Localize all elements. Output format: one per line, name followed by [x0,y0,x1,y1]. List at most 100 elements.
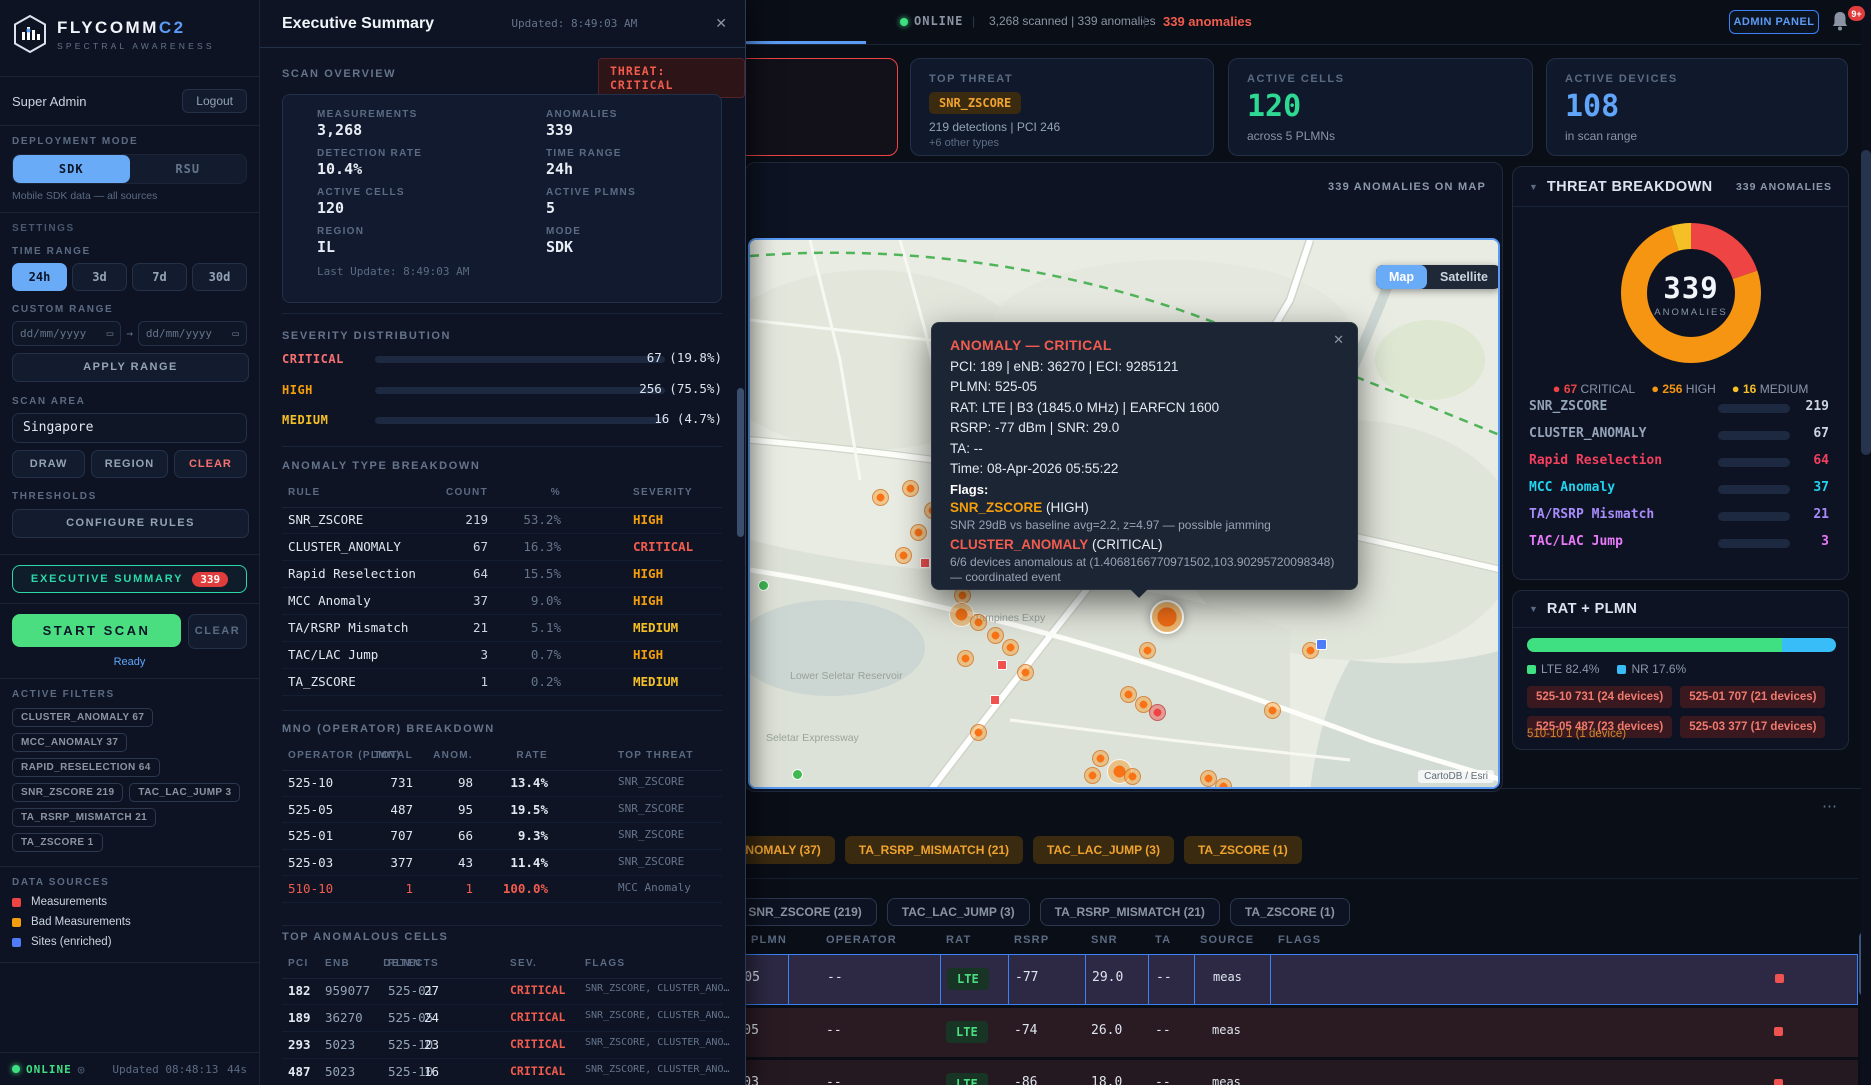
plmn-chip[interactable]: 525-03 377 (17 devices) [1680,716,1825,738]
admin-panel-button[interactable]: ADMIN PANEL [1729,10,1819,34]
popup-flags-label: Flags: [950,482,1339,497]
flag-snr-zscore: SNR_ZSCORE [950,500,1042,515]
start-scan-button[interactable]: START SCAN [12,614,181,647]
threat-row[interactable]: TAC/LAC Jump3 [1529,534,1834,552]
anomaly-marker[interactable] [872,489,889,506]
filter-chip[interactable]: TA_RSRP_MISMATCH (21) [845,836,1023,864]
filter-pill[interactable]: TAC_LAC_JUMP (3) [887,898,1030,926]
date-from-input[interactable]: dd/mm/yyyy▭ [12,321,121,346]
time-range-button[interactable]: 7d [132,263,187,291]
configure-rules-button[interactable]: CONFIGURE RULES [12,509,249,538]
collapse-caret-icon[interactable]: ▼ [1529,182,1538,192]
anomaly-marker[interactable] [1316,639,1327,650]
anomaly-marker[interactable] [910,524,927,541]
threat-row[interactable]: MCC Anomaly37 [1529,480,1834,498]
anomaly-marker[interactable] [1002,639,1019,656]
threat-row[interactable]: Rapid Reselection64 [1529,453,1834,471]
col-ta: TA [1155,934,1171,946]
anomaly-marker[interactable] [1092,750,1109,767]
rsu-toggle-option[interactable]: RSU [130,155,247,183]
popup-close-icon[interactable]: ✕ [1333,332,1344,348]
draw-button[interactable]: DRAW [12,450,85,478]
calendar-icon: ▭ [107,327,114,340]
filter-chip[interactable]: TA_ZSCORE (1) [1184,836,1302,864]
anomaly-marker[interactable] [902,480,919,497]
more-options-icon[interactable]: ⋯ [1822,797,1838,815]
plmn-chip[interactable]: 525-10 731 (24 devices) [1527,686,1672,708]
threat-donut-chart: 339 ANOMALIES [1611,213,1771,373]
refresh-icon[interactable]: ◎ [78,1063,85,1076]
logout-button[interactable]: Logout [182,89,247,113]
filter-chip[interactable]: RAPID_RESELECTION 64 [12,758,160,777]
anomaly-marker[interactable] [987,627,1004,644]
region-button[interactable]: REGION [91,450,168,478]
filter-chip[interactable]: CLUSTER_ANOMALY 67 [12,708,153,727]
time-range-button[interactable]: 3d [72,263,127,291]
active-cells-card[interactable]: ACTIVE CELLS 120 across 5 PLMNs [1228,58,1533,156]
anomaly-marker[interactable] [970,614,987,631]
deployment-toggle: SDK RSU [12,154,247,184]
legend-item: Bad Measurements [12,916,247,928]
anomaly-marker[interactable] [1264,702,1281,719]
threat-row[interactable]: TA/RSRP Mismatch21 [1529,507,1834,525]
anomaly-marker[interactable] [997,660,1007,670]
active-devices-card[interactable]: ACTIVE DEVICES 108 in scan range [1546,58,1848,156]
scan-area-input[interactable]: Singapore [12,413,247,443]
anomaly-marker[interactable] [957,650,974,667]
page-scrollbar-thumb[interactable] [1861,150,1871,455]
map-view-button[interactable]: Map [1376,265,1427,289]
anomaly-marker[interactable] [758,580,769,591]
table-row[interactable]: 525-03 -- LTE -86 18.0 -- meas SNR_ZSCOR… [620,1060,1858,1085]
custom-range-label: CUSTOM RANGE [12,304,247,315]
apply-range-button[interactable]: APPLY RANGE [12,353,249,382]
filter-chip[interactable]: SNR_ZSCORE 219 [12,783,123,802]
anomaly-marker[interactable] [1124,768,1141,785]
plmn-chip[interactable]: 525-01 707 (21 devices) [1680,686,1825,708]
lte-segment [1527,638,1782,652]
panel-scrollbar-thumb[interactable] [737,388,744,537]
satellite-view-button[interactable]: Satellite [1427,265,1500,289]
threat-row[interactable]: SNR_ZSCORE219 [1529,399,1834,417]
table-row[interactable]: 525-05 -- LTE -74 26.0 -- meas SNR_ZSCOR… [620,1008,1858,1057]
threat-breakdown-panel: ▼ THREAT BREAKDOWN 339 ANOMALIES 339 ANO… [1512,166,1849,580]
online-status: ONLINE [26,1063,72,1076]
close-icon[interactable]: ✕ [715,15,727,32]
filter-pill[interactable]: SNR_ZSCORE (219) [733,898,876,926]
sdk-toggle-option[interactable]: SDK [13,155,130,183]
table-row[interactable]: 525-05 -- LTE -77 29.0 -- meas SNR_ZSCOR… [620,954,1858,1005]
filter-chip[interactable]: TA_ZSCORE 1 [12,833,103,852]
bell-icon[interactable] [1830,10,1850,32]
anomaly-marker[interactable] [1139,642,1156,659]
anomaly-marker[interactable] [970,724,987,741]
anomaly-marker[interactable] [1120,686,1137,703]
anomaly-marker[interactable] [1215,778,1232,789]
executive-summary-button[interactable]: EXECUTIVE SUMMARY 339 [12,565,247,593]
time-range-button[interactable]: 30d [192,263,247,291]
clear-area-button[interactable]: CLEAR [174,450,247,478]
anomaly-marker[interactable] [990,695,1000,705]
threat-row[interactable]: CLUSTER_ANOMALY67 [1529,426,1834,444]
stat: MODESDK [546,226,721,256]
filter-chip[interactable]: TA_RSRP_MISMATCH 21 [12,808,156,827]
popup-detail-line: PCI: 189 | eNB: 36270 | ECI: 9285121 [950,359,1339,374]
filter-chip[interactable]: TAC_LAC_JUMP 3 [129,783,240,802]
anomaly-marker[interactable] [1084,767,1101,784]
date-to-input[interactable]: dd/mm/yyyy▭ [138,321,247,346]
filter-chip[interactable]: TAC_LAC_JUMP (3) [1033,836,1174,864]
anomaly-marker[interactable] [792,769,803,780]
top-threat-card[interactable]: TOP THREAT SNR_ZSCORE 219 detections | P… [910,58,1214,156]
collapse-caret-icon[interactable]: ▼ [1529,604,1538,614]
anomaly-marker[interactable] [895,547,912,564]
time-range-button[interactable]: 24h [12,263,67,291]
anomaly-marker[interactable] [1149,704,1166,721]
clear-scan-button[interactable]: CLEAR [188,614,247,649]
filter-pill[interactable]: TA_ZSCORE (1) [1230,898,1350,926]
anomaly-marker[interactable] [1150,600,1184,634]
filter-pill[interactable]: TA_RSRP_MISMATCH (21) [1040,898,1220,926]
popup-title: ANOMALY — CRITICAL [950,337,1339,353]
online-dot-icon [12,1065,20,1073]
filter-chip[interactable]: MCC_ANOMALY 37 [12,733,127,752]
anomaly-marker[interactable] [920,558,930,568]
anomaly-marker[interactable] [1017,664,1034,681]
notification-badge[interactable]: 9+ [1848,6,1865,21]
